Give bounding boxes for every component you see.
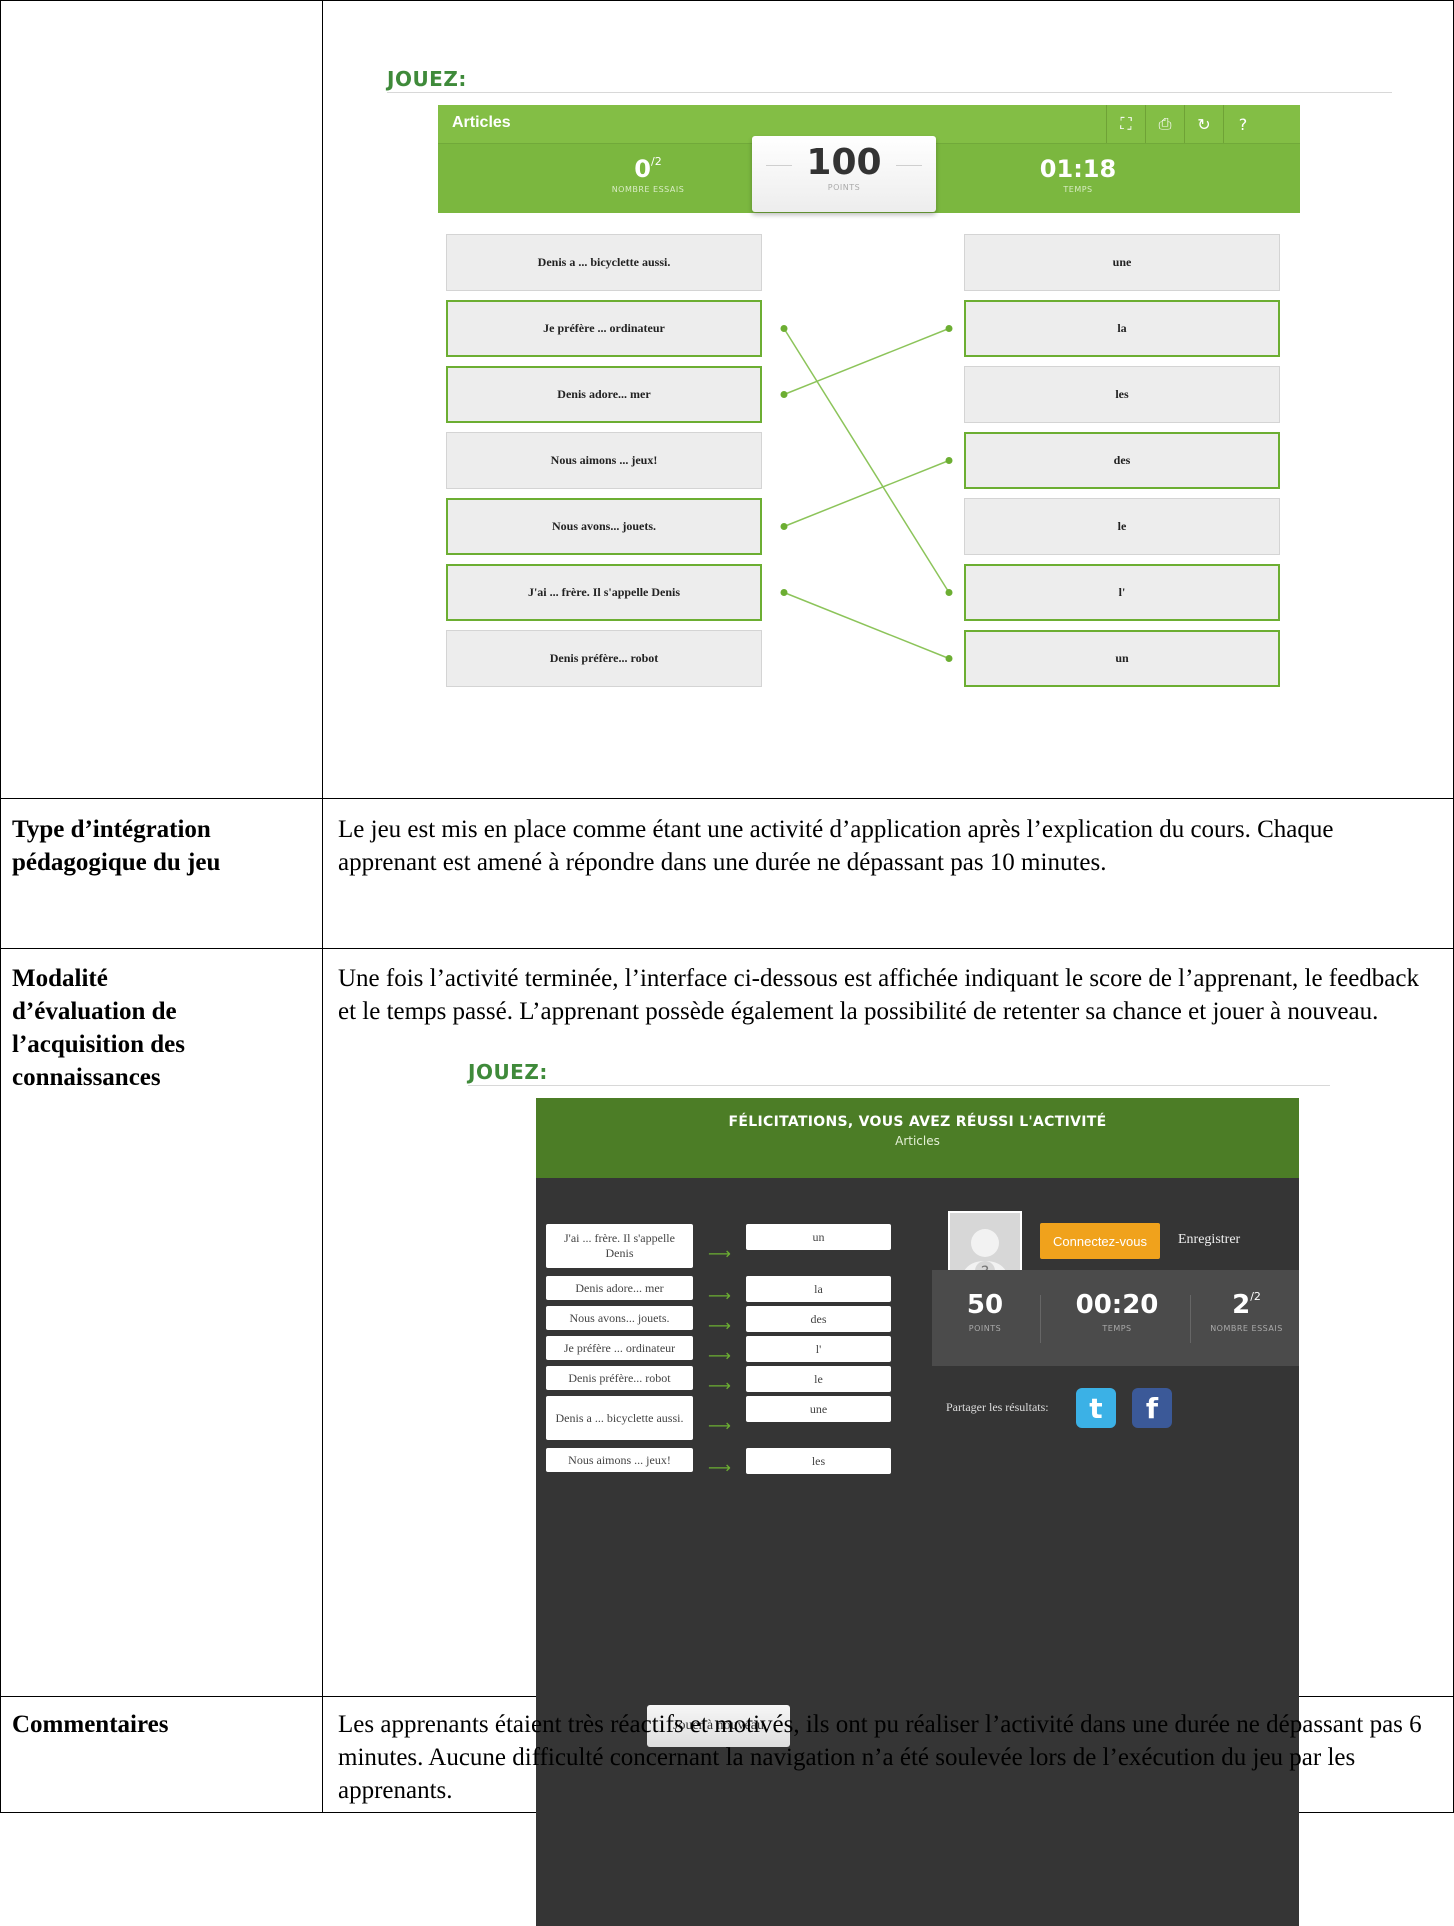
results-attempts-caption: NOMBRE ESSAIS xyxy=(1210,1324,1283,1333)
right-item[interactable]: l' xyxy=(964,564,1280,621)
result-right-item: le xyxy=(746,1366,891,1392)
row-label-comments: Commentaires xyxy=(12,1711,169,1738)
results-header: FÉLICITATIONS, VOUS AVEZ RÉUSSI L'ACTIVI… xyxy=(536,1098,1299,1178)
row-label-integration: Type d’intégration pédagogique du jeu xyxy=(12,816,221,876)
table-row-divider xyxy=(0,948,1454,949)
result-right-item: une xyxy=(746,1396,891,1422)
row-text-comments: Les apprenants étaient très réactifs et … xyxy=(338,1711,1422,1804)
connection-line xyxy=(783,591,950,660)
results-time-value: 00:20 xyxy=(1075,1290,1159,1320)
arrow-icon: ⟶ xyxy=(708,1316,731,1335)
right-item[interactable]: une xyxy=(964,234,1280,291)
jouez-rule-2 xyxy=(468,1085,1330,1086)
left-item[interactable]: Denis adore... mer xyxy=(446,366,762,423)
connection-dot xyxy=(945,325,953,332)
result-left-item: Denis préfère... robot xyxy=(546,1366,693,1390)
right-item[interactable]: la xyxy=(964,300,1280,357)
left-item[interactable]: Nous aimons ... jeux! xyxy=(446,432,762,489)
row-text-integration: Le jeu est mis en place comme étant une … xyxy=(338,816,1334,876)
arrow-icon: ⟶ xyxy=(708,1416,731,1435)
left-item[interactable]: Je préfère ... ordinateur xyxy=(446,300,762,357)
connection-dot xyxy=(945,457,953,464)
right-item[interactable]: les xyxy=(964,366,1280,423)
result-left-item: Je préfère ... ordinateur xyxy=(546,1336,693,1360)
connection-dot xyxy=(780,391,788,398)
connection-line xyxy=(783,328,950,593)
twitter-icon[interactable]: t xyxy=(1076,1388,1116,1428)
result-left-item: Nous aimons ... jeux! xyxy=(546,1448,693,1472)
result-right-item: des xyxy=(746,1306,891,1332)
stat-divider xyxy=(1190,1295,1191,1343)
register-link[interactable]: Enregistrer xyxy=(1178,1232,1240,1248)
jouez-heading-2: JOUEZ: xyxy=(468,1060,548,1084)
right-item[interactable]: un xyxy=(964,630,1280,687)
connection-dot xyxy=(780,325,788,332)
left-item[interactable]: Nous avons... jouets. xyxy=(446,498,762,555)
connection-dot xyxy=(945,589,953,596)
result-right-item: les xyxy=(746,1448,891,1474)
stat-divider xyxy=(1040,1295,1041,1343)
results-points-caption: POINTS xyxy=(968,1324,1002,1333)
share-label: Partager les résultats: xyxy=(946,1400,1049,1414)
results-stats: 50 POINTS 00:20 TEMPS 2/2 NOMBRE ESSAIS xyxy=(932,1270,1299,1366)
result-left-item: Nous avons... jouets. xyxy=(546,1306,693,1330)
arrow-icon: ⟶ xyxy=(708,1376,731,1395)
right-item[interactable]: des xyxy=(964,432,1280,489)
facebook-icon[interactable]: f xyxy=(1132,1388,1172,1428)
connect-button[interactable]: Connectez-vous xyxy=(1040,1223,1160,1259)
results-time-stat: 00:20 TEMPS xyxy=(1052,1290,1182,1333)
result-right-item: la xyxy=(746,1276,891,1302)
connection-dot xyxy=(780,523,788,530)
arrow-icon: ⟶ xyxy=(708,1458,731,1477)
row-label-evaluation: Modalité d’évaluation de l’acquisition d… xyxy=(12,965,185,1091)
connection-dot xyxy=(945,655,953,662)
connection-line xyxy=(783,327,950,396)
results-title: FÉLICITATIONS, VOUS AVEZ RÉUSSI L'ACTIVI… xyxy=(728,1114,1107,1130)
results-attempts-stat: 2/2 NOMBRE ESSAIS xyxy=(1194,1290,1299,1333)
result-left-item: Denis adore... mer xyxy=(546,1276,693,1300)
right-item[interactable]: le xyxy=(964,498,1280,555)
results-attempts-total: /2 xyxy=(1250,1290,1261,1303)
connection-line xyxy=(783,459,950,528)
arrow-icon: ⟶ xyxy=(708,1346,731,1365)
results-attempts-value: 2 xyxy=(1232,1290,1251,1320)
results-subtitle: Articles xyxy=(895,1134,940,1148)
left-item[interactable]: Denis préfère... robot xyxy=(446,630,762,687)
results-points-stat: 50 POINTS xyxy=(940,1290,1030,1333)
arrow-icon: ⟶ xyxy=(708,1286,731,1305)
results-time-caption: TEMPS xyxy=(1102,1324,1132,1333)
result-left-item: J'ai ... frère. Il s'appelle Denis xyxy=(546,1224,693,1268)
row-text-evaluation: Une fois l’activité terminée, l’interfac… xyxy=(338,965,1419,1025)
arrow-icon: ⟶ xyxy=(708,1244,731,1263)
results-points-value: 50 xyxy=(966,1290,1004,1320)
result-left-item: Denis a ... bicyclette aussi. xyxy=(546,1396,693,1440)
connection-dot xyxy=(780,589,788,596)
result-right-item: l' xyxy=(746,1336,891,1362)
result-right-item: un xyxy=(746,1224,891,1250)
left-item[interactable]: Denis a ... bicyclette aussi. xyxy=(446,234,762,291)
left-item[interactable]: J'ai ... frère. Il s'appelle Denis xyxy=(446,564,762,621)
